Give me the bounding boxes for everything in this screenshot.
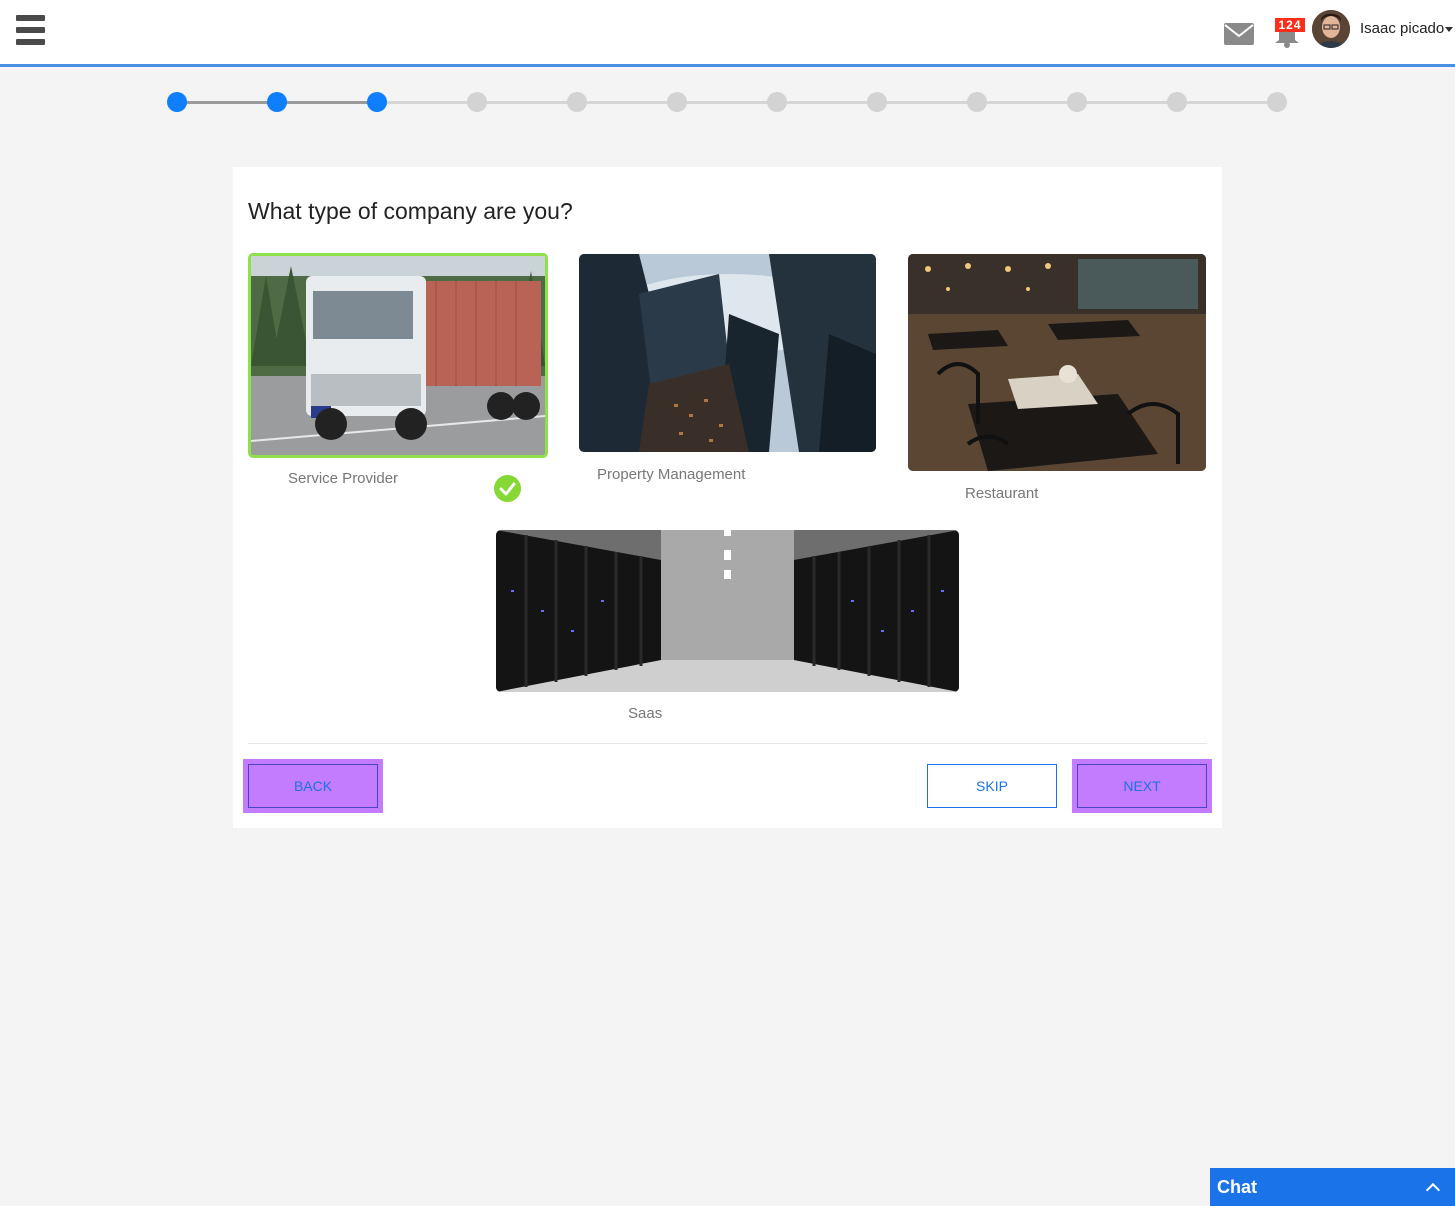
skyscrapers-image[interactable] <box>579 254 876 452</box>
step-dot <box>1267 92 1287 112</box>
step-dot <box>1167 92 1187 112</box>
truck-image[interactable] <box>248 253 548 458</box>
step-dot <box>567 92 587 112</box>
step-dot <box>367 92 387 112</box>
caret-down-icon[interactable] <box>1445 27 1453 32</box>
step-connector <box>477 101 577 104</box>
notification-badge: 124 <box>1275 18 1305 32</box>
step-connector <box>377 101 477 104</box>
user-name[interactable]: Isaac picado <box>1360 20 1444 37</box>
option-label: Service Provider <box>288 470 399 487</box>
page-title: What type of company are you? <box>248 198 573 224</box>
top-header: 124 Isaac picado <box>0 0 1455 67</box>
next-button[interactable]: NEXT <box>1077 764 1207 808</box>
chevron-up-icon[interactable] <box>1425 1182 1441 1198</box>
option-label: Restaurant <box>965 485 1039 502</box>
server-room-image[interactable] <box>496 530 959 692</box>
step-connector <box>777 101 877 104</box>
option-label: Property Management <box>597 466 746 483</box>
chat-label: Chat <box>1217 1177 1257 1197</box>
step-connector <box>177 101 277 104</box>
option-label: Saas <box>628 705 663 722</box>
step-dot <box>167 92 187 112</box>
company-type-card: What type of company are you? Service Pr… <box>233 167 1222 828</box>
step-connector <box>1077 101 1177 104</box>
step-dot <box>967 92 987 112</box>
step-connector <box>577 101 677 104</box>
step-connector <box>1177 101 1277 104</box>
step-connector <box>677 101 777 104</box>
progress-stepper <box>167 92 1287 112</box>
chat-widget[interactable]: Chat <box>1210 1168 1455 1206</box>
step-dot <box>1067 92 1087 112</box>
step-connector <box>977 101 1077 104</box>
step-connector <box>877 101 977 104</box>
avatar[interactable] <box>1312 10 1350 48</box>
step-dot <box>667 92 687 112</box>
step-dot <box>767 92 787 112</box>
back-button[interactable]: BACK <box>248 764 378 808</box>
step-dot <box>267 92 287 112</box>
divider <box>248 743 1207 744</box>
restaurant-image[interactable] <box>908 254 1206 471</box>
skip-button[interactable]: SKIP <box>927 764 1057 808</box>
step-dot <box>867 92 887 112</box>
menu-icon[interactable] <box>16 15 45 46</box>
check-icon <box>494 475 521 502</box>
mail-icon[interactable] <box>1224 23 1254 45</box>
step-dot <box>467 92 487 112</box>
step-connector <box>277 101 377 104</box>
